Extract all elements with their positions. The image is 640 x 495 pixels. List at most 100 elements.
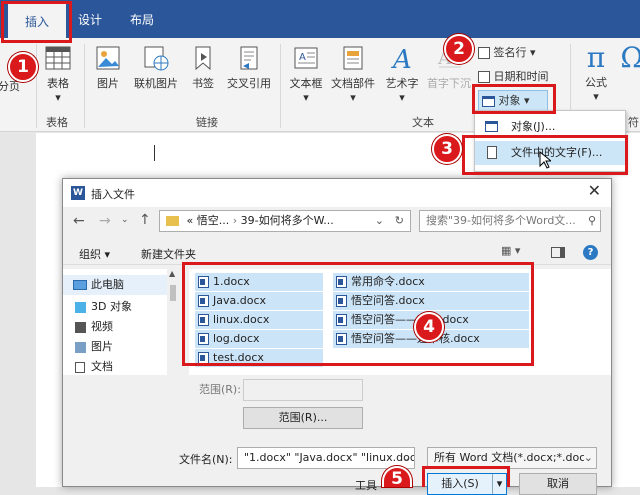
bookmark-button[interactable]: 书签: [188, 44, 218, 91]
dropdown-arrow-icon: ▾: [303, 91, 309, 104]
text-cursor: [154, 145, 155, 161]
step-badge-1: 1: [8, 52, 38, 82]
tab-design[interactable]: 设计: [70, 0, 110, 38]
document-icon: [75, 362, 85, 373]
textbox-icon: A: [294, 47, 318, 69]
omega-icon: Ω: [620, 41, 640, 74]
table-icon: [45, 46, 71, 70]
datetime-button[interactable]: 日期和时间: [478, 68, 562, 84]
calendar-icon: [478, 71, 490, 83]
tab-layout[interactable]: 布局: [120, 0, 164, 38]
view-options-icon[interactable]: ▦ ▾: [501, 244, 520, 257]
menu-item-object-label: 对象(J)...: [511, 120, 556, 133]
preview-pane-icon[interactable]: [551, 247, 565, 258]
computer-icon: [73, 280, 87, 290]
symbol-button[interactable]: Ω: [620, 42, 640, 74]
folder-icon: [166, 216, 179, 226]
range-button[interactable]: 范围(R)...: [243, 407, 363, 429]
range-input[interactable]: [243, 379, 363, 401]
svg-text:A: A: [391, 45, 412, 72]
table-label: 表格: [47, 77, 69, 90]
wordart-label: 艺术字: [385, 77, 419, 90]
search-icon: ⚲: [587, 214, 596, 227]
refresh-icon[interactable]: ↻: [395, 211, 404, 231]
dropdown-arrow-icon: ▾: [399, 91, 405, 104]
back-arrow-icon[interactable]: ←: [73, 213, 85, 229]
equation-label: 公式: [585, 76, 607, 89]
quick-parts-button[interactable]: 文档部件 ▾: [328, 44, 378, 104]
group-symbols-label: 符: [628, 116, 639, 129]
organize-button[interactable]: 组织 ▾: [79, 246, 110, 262]
step-badge-2: 2: [444, 34, 474, 64]
cross-reference-label: 交叉引用: [227, 77, 271, 90]
group-links-label: 链接: [196, 116, 218, 129]
filename-input[interactable]: "1.docx" "Java.docx" "linux.doc ⌄: [237, 447, 415, 469]
dropdown-arrow-icon: ▾: [350, 91, 356, 104]
tools-button[interactable]: 工具: [355, 477, 377, 493]
dialog-titlebar: W 插入文件 ✕: [63, 179, 611, 207]
group-text-label: 文本: [412, 116, 434, 129]
bookmark-label: 书签: [192, 77, 214, 90]
step-badge-4: 4: [414, 312, 444, 342]
picture-icon: [75, 342, 86, 353]
close-icon[interactable]: ✕: [588, 181, 601, 200]
tree-scrollbar[interactable]: ▲: [167, 269, 179, 375]
highlight-box-insert-button: [422, 466, 510, 487]
online-picture-icon: [144, 46, 169, 71]
address-bar[interactable]: « 悟空... › 39-如何将多个W... ⌄ ↻: [159, 210, 411, 232]
range-label: 范围(R):: [199, 383, 241, 396]
tree-item-3d-objects[interactable]: 3D 对象: [63, 297, 169, 317]
breadcrumb-parent[interactable]: « 悟空...: [187, 214, 230, 227]
dialog-title: 插入文件: [91, 188, 135, 201]
signature-icon: [478, 47, 490, 59]
up-arrow-icon[interactable]: ↑: [139, 212, 151, 228]
signature-label: 签名行: [493, 46, 527, 59]
ribbon-tab-bar: 插入 设计 布局: [0, 0, 640, 38]
signature-line-button[interactable]: 签名行 ▾: [478, 44, 558, 60]
tree-item-this-pc[interactable]: 此电脑: [63, 275, 169, 295]
video-icon: [75, 322, 86, 333]
highlight-box-object-button: [472, 84, 556, 114]
highlight-box-menu-item: [462, 135, 628, 175]
navigation-pane: 此电脑 3D 对象 视频 图片 文档 ▲: [63, 269, 179, 375]
search-placeholder: 搜索"39-如何将多个Word文...: [426, 214, 576, 227]
object-icon: [485, 121, 498, 132]
breadcrumb-current[interactable]: 39-如何将多个W...: [241, 214, 334, 227]
picture-icon: [96, 46, 120, 70]
help-icon[interactable]: ?: [583, 245, 598, 260]
svg-text:A: A: [299, 52, 306, 63]
chevron-down-icon[interactable]: ⌄: [402, 448, 411, 468]
cross-reference-icon: [240, 46, 258, 70]
dropcap-label: 首字下沉: [427, 77, 471, 90]
cross-reference-button[interactable]: 交叉引用: [222, 44, 276, 91]
pictures-button[interactable]: 图片: [90, 44, 126, 91]
wordart-button[interactable]: A 艺术字 ▾: [380, 44, 424, 104]
online-pictures-label: 联机图片: [134, 77, 178, 90]
highlight-box-file-list: [182, 262, 534, 366]
filename-label: 文件名(N):: [179, 453, 233, 466]
forward-arrow-icon[interactable]: →: [99, 213, 111, 229]
equation-button[interactable]: π 公式 ▾: [578, 41, 614, 104]
cancel-button[interactable]: 取消: [519, 473, 597, 495]
chevron-down-icon[interactable]: ⌄: [375, 211, 384, 231]
step-badge-3: 3: [432, 134, 462, 164]
word-app-icon: W: [71, 186, 85, 200]
cube-icon: [75, 302, 86, 313]
textbox-button[interactable]: A 文本框 ▾: [286, 44, 326, 104]
dropdown-arrow-icon: ▾: [55, 91, 61, 104]
chevron-down-icon[interactable]: ⌄: [121, 215, 129, 225]
table-button[interactable]: 表格 ▾: [40, 44, 76, 104]
search-input[interactable]: 搜索"39-如何将多个Word文... ⚲: [419, 210, 601, 232]
new-folder-button[interactable]: 新建文件夹: [141, 246, 196, 262]
wordart-icon: A: [391, 45, 412, 72]
pictures-label: 图片: [97, 77, 119, 90]
online-pictures-button[interactable]: 联机图片: [130, 44, 182, 91]
tree-item-documents[interactable]: 文档: [63, 357, 169, 373]
tree-item-pictures[interactable]: 图片: [63, 337, 169, 357]
bookmark-icon: [195, 46, 211, 71]
highlight-box-insert-tab: [1, 1, 72, 43]
tree-item-videos[interactable]: 视频: [63, 317, 169, 337]
chevron-down-icon[interactable]: ⌄: [583, 448, 593, 468]
group-table-label: 表格: [46, 116, 68, 129]
pi-icon: π: [586, 41, 606, 74]
